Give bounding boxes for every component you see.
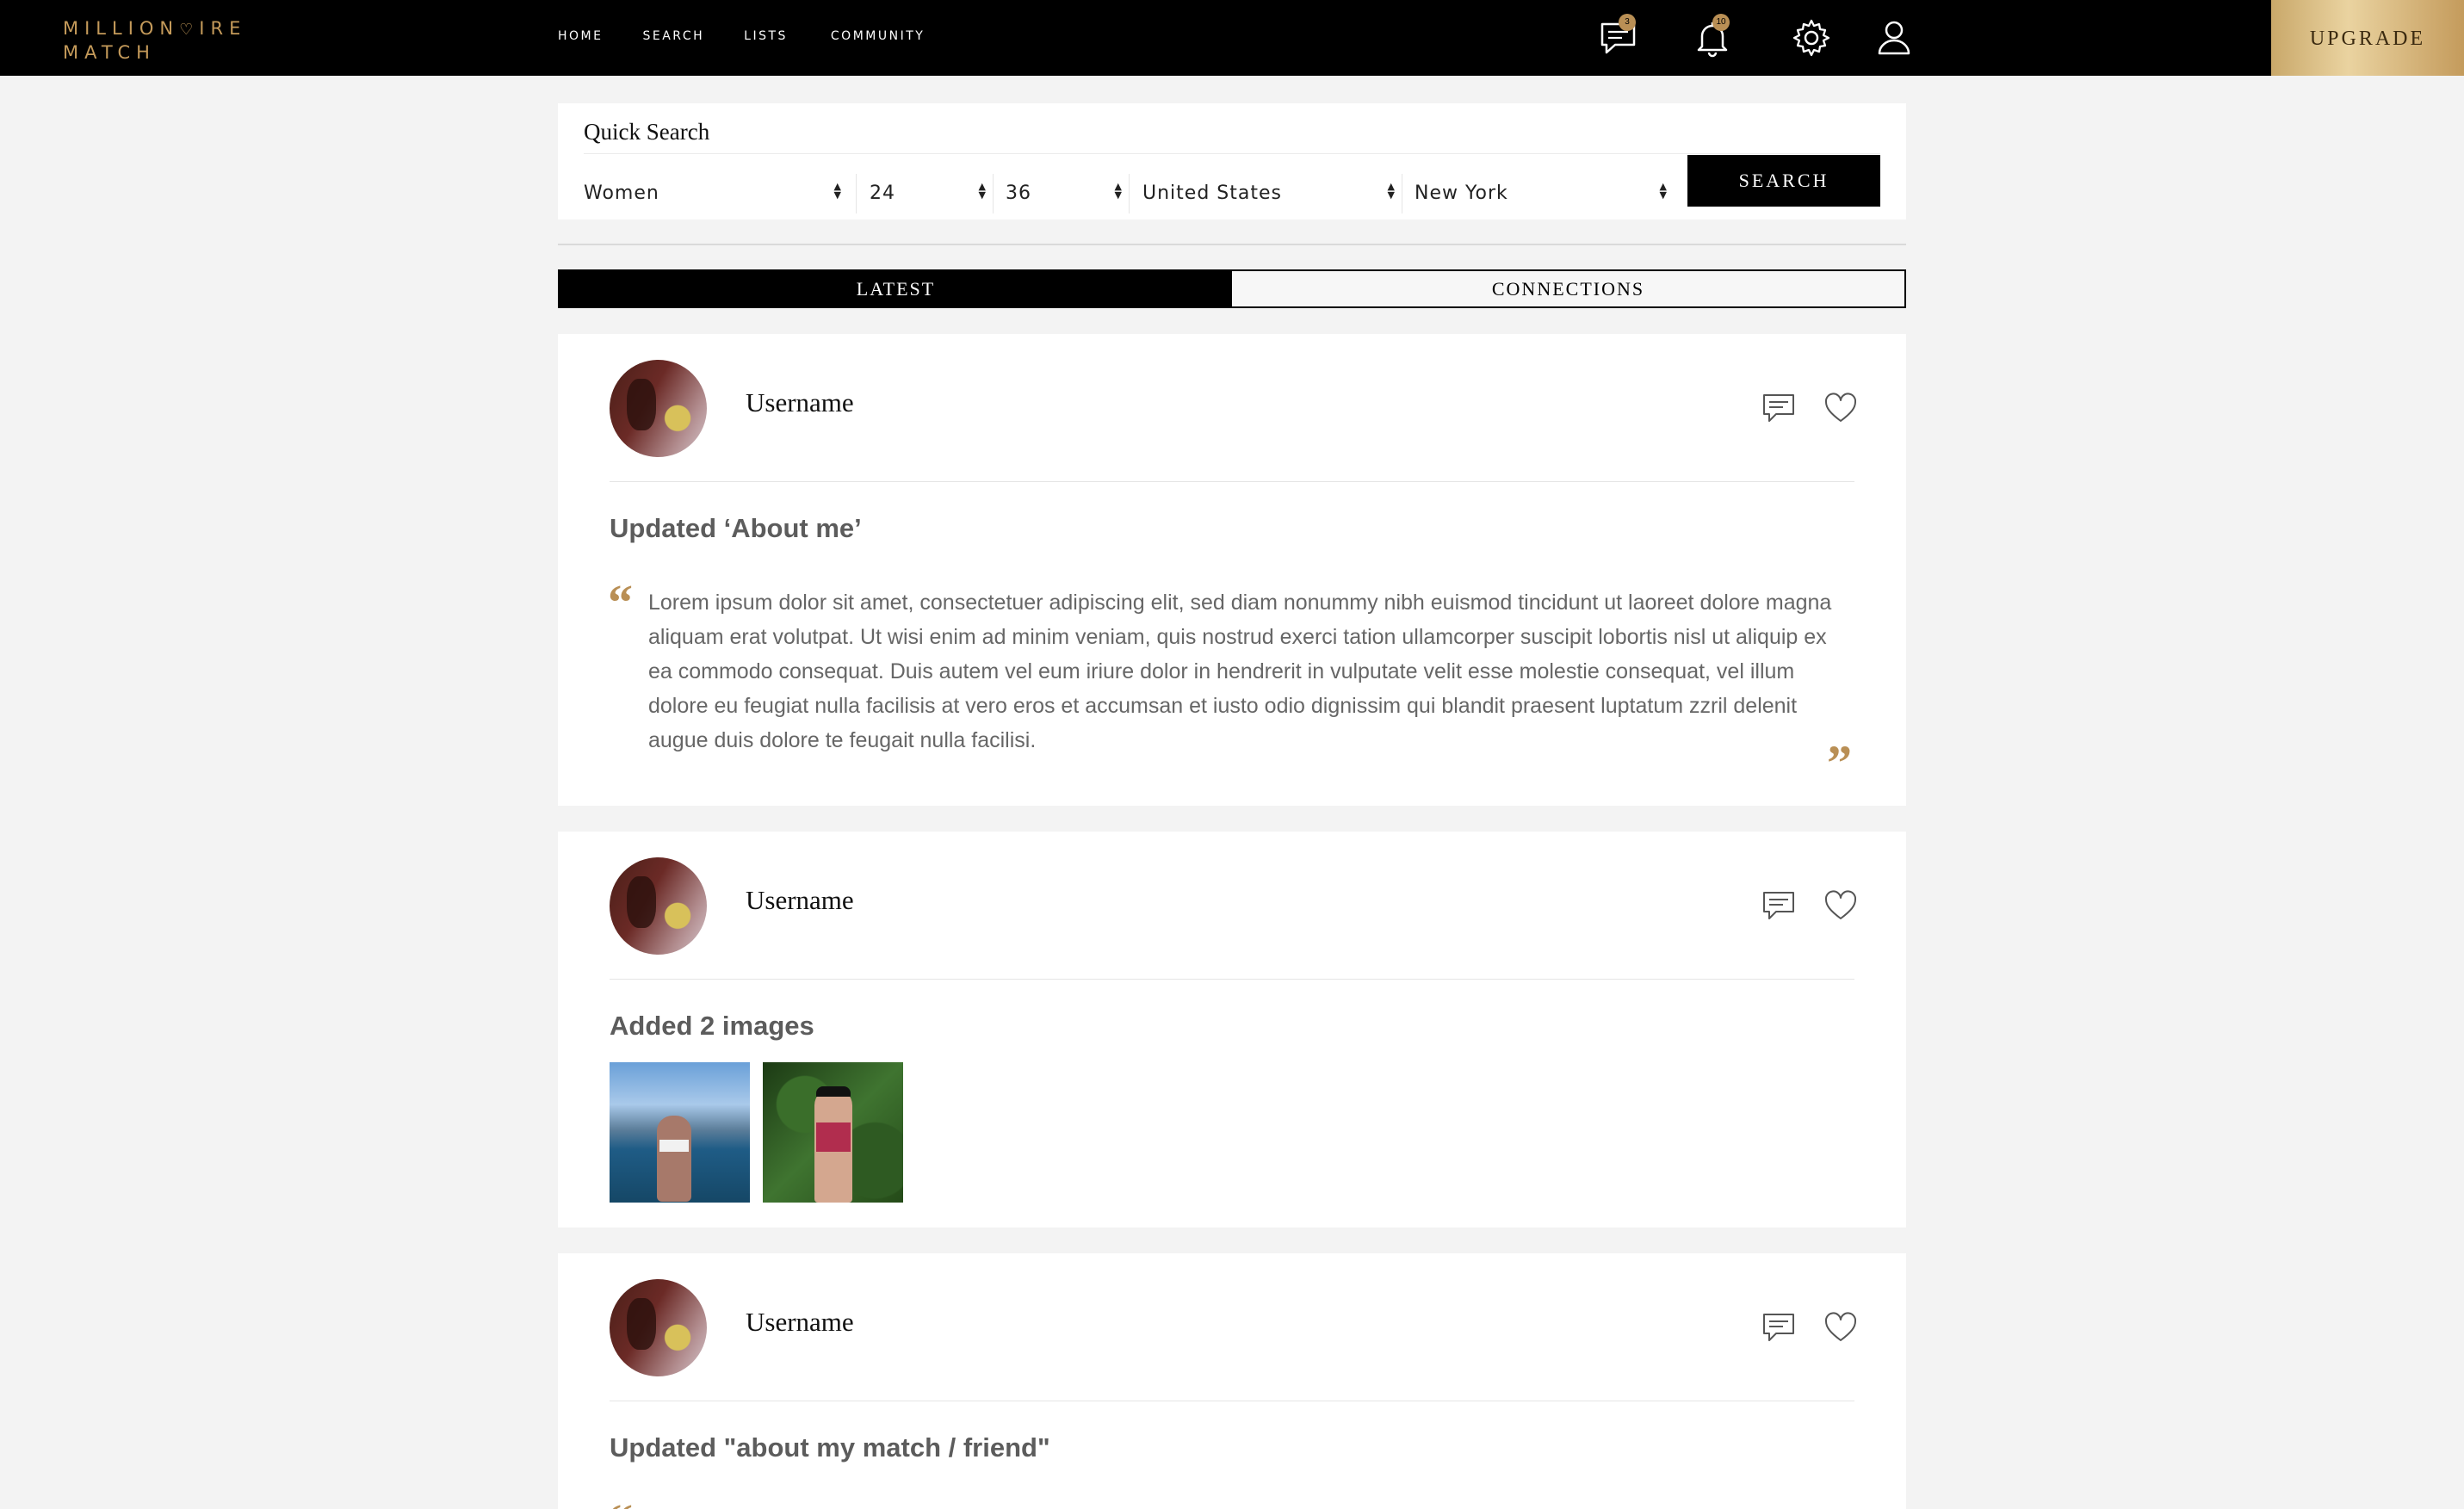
messages-badge: 3 [1619,14,1636,31]
nav-search[interactable]: SEARCH [642,29,704,43]
activity-heading: Updated "about my match / friend" [610,1432,1050,1463]
photo-thumbnail[interactable] [610,1062,750,1203]
message-icon[interactable] [1760,389,1798,427]
top-navigation-bar: MILLION♡IRE MATCH HOME SEARCH LISTS COMM… [0,0,2464,76]
notifications-badge: 10 [1712,14,1730,31]
tab-connections[interactable]: CONNECTIONS [1232,271,1904,306]
username[interactable]: Username [746,387,854,418]
country-value: United States [1142,182,1282,204]
photo-thumbnail[interactable] [763,1062,903,1203]
quick-search-divider [584,153,1880,154]
logo-text-part2: IRE [199,18,247,39]
avatar[interactable] [610,360,707,457]
select-divider [993,174,994,213]
section-divider [558,244,1906,245]
logo[interactable]: MILLION♡IRE MATCH [63,17,246,64]
select-divider [1129,174,1130,213]
logo-text-line2: MATCH [63,42,156,63]
city-value: New York [1415,182,1508,204]
heart-icon[interactable] [1822,389,1860,427]
feed-card: Username Added 2 images [558,832,1906,1228]
nav-community[interactable]: COMMUNITY [831,29,925,43]
age-min-select[interactable]: 24 ▲ ▼ [870,172,992,217]
select-arrows-icon: ▲ ▼ [1659,181,1668,201]
quick-search-title: Quick Search [584,119,710,145]
logo-heart-icon: ♡ [179,21,200,39]
country-select[interactable]: United States ▲ ▼ [1142,172,1401,217]
avatar[interactable] [610,857,707,955]
search-button[interactable]: SEARCH [1687,155,1880,207]
open-quote-icon: “ [608,1497,633,1509]
heart-icon[interactable] [1822,1308,1860,1346]
bell-icon[interactable]: 10 [1688,14,1737,62]
feed-card: Username Updated "about my match / frien… [558,1253,1906,1509]
age-max-select[interactable]: 36 ▲ ▼ [1006,172,1128,217]
card-divider [610,979,1854,980]
tab-latest[interactable]: LATEST [560,271,1232,306]
city-select[interactable]: New York ▲ ▼ [1415,172,1673,217]
select-arrows-icon: ▲ ▼ [833,181,842,201]
heart-icon[interactable] [1822,887,1860,925]
nav-home[interactable]: HOME [558,29,603,43]
activity-heading: Updated ‘About me’ [610,513,862,543]
message-icon[interactable] [1760,887,1798,925]
open-quote-icon: “ [608,574,633,630]
logo-text-part1: MILLION [63,18,180,39]
username[interactable]: Username [746,1307,854,1338]
age-min-value: 24 [870,182,895,204]
select-arrows-icon: ▲ ▼ [1387,181,1396,201]
activity-heading: Added 2 images [610,1011,814,1041]
user-icon[interactable] [1870,14,1918,62]
main-nav: HOME SEARCH LISTS COMMUNITY [558,29,978,43]
feed-tabs: LATEST CONNECTIONS [558,269,1906,308]
age-max-value: 36 [1006,182,1031,204]
card-divider [610,481,1854,482]
close-quote-icon: ” [1827,735,1852,791]
message-icon[interactable] [1760,1308,1798,1346]
select-divider [856,174,857,213]
username[interactable]: Username [746,885,854,916]
nav-lists[interactable]: LISTS [744,29,788,43]
gender-select[interactable]: Women ▲ ▼ [584,172,847,217]
gender-select-value: Women [584,182,659,204]
feed-card: Username Updated ‘About me’ “ Lorem ipsu… [558,334,1906,806]
upgrade-button[interactable]: UPGRADE [2271,0,2464,76]
messages-icon[interactable]: 3 [1594,14,1643,62]
select-arrows-icon: ▲ ▼ [1114,181,1123,201]
avatar[interactable] [610,1279,707,1376]
select-arrows-icon: ▲ ▼ [978,181,987,201]
quick-search-panel: Quick Search Women ▲ ▼ 24 ▲ ▼ 36 ▲ ▼ United… [558,103,1906,220]
gear-icon[interactable] [1787,14,1836,62]
about-me-text: Lorem ipsum dolor sit amet, consectetuer… [648,591,1832,752]
